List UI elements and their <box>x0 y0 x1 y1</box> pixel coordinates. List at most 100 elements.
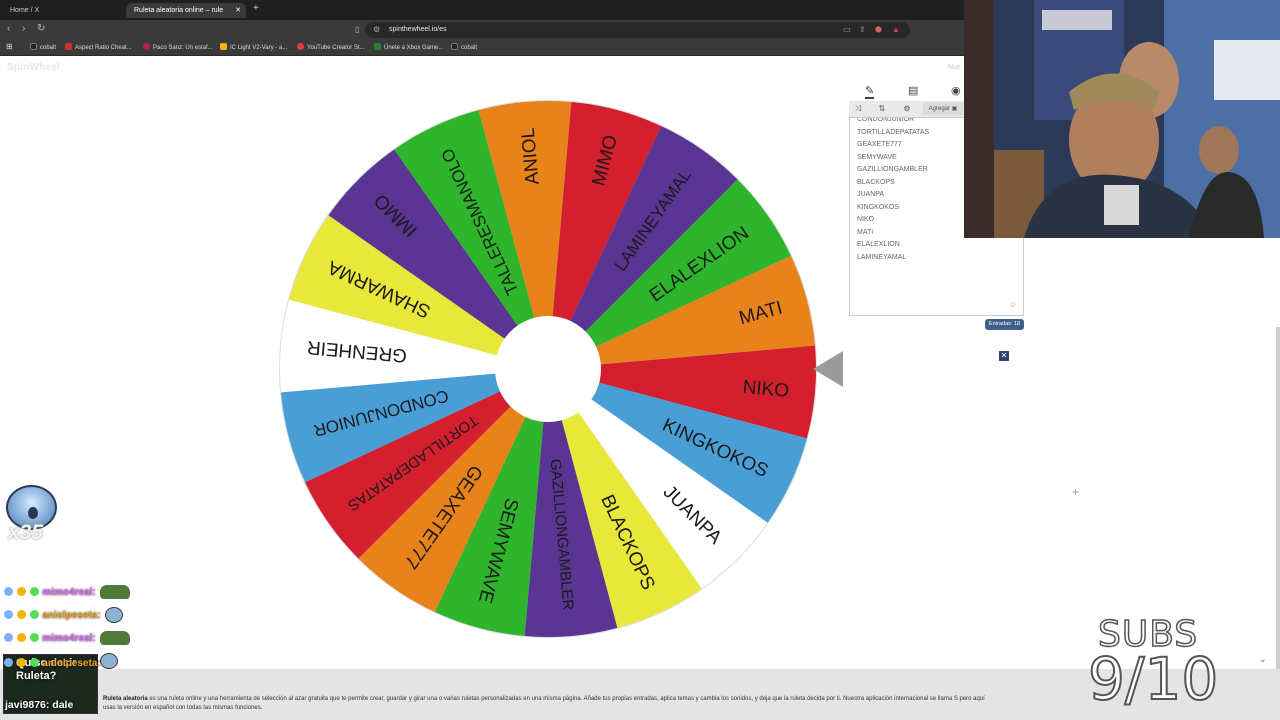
reload-icon[interactable]: ↻ <box>37 23 45 34</box>
sword-badge-icon <box>4 587 13 596</box>
bookmark-label: Paco Sanz: Un estaf... <box>153 45 213 51</box>
subs-goal-count: 9/10 <box>1087 644 1219 714</box>
hide-tab-eye-icon[interactable]: ◉ <box>951 84 961 97</box>
wheel-svg[interactable]: MATINIKOKINGKOKOSJUANPABLACKOPSGAZILLION… <box>278 99 818 639</box>
webcam-image <box>964 0 1280 238</box>
share-icon[interactable]: ⇪ <box>859 22 866 38</box>
description-tail: pero aquí <box>959 696 985 702</box>
bookmark-favicon-icon <box>65 43 72 50</box>
bookmark-label: YouTube Creator St... <box>307 45 365 51</box>
add-button-label: Agregar <box>928 106 950 112</box>
sub-badge-icon <box>16 587 26 596</box>
results-tab-clipboard-icon[interactable]: ▤ <box>908 84 918 97</box>
bookmark-item[interactable]: Paco Sanz: Un estaf... <box>143 43 213 53</box>
description-brand: Ruleta aleatoria <box>103 696 148 702</box>
tab-label: Home / X <box>10 7 40 14</box>
close-icon[interactable]: ✕ <box>999 351 1009 361</box>
bookmark-label: Aspect Ratio Cheat... <box>75 45 132 51</box>
description-body-2: usas la versión en español con todas las… <box>103 705 263 711</box>
alert-text: dale <box>52 699 74 711</box>
forward-icon[interactable]: › <box>22 23 25 34</box>
bookmark-item[interactable]: cobalt <box>30 43 56 53</box>
address-bar[interactable]: ⚙ spinthewheel.io/es ▭ ⇪ ⬢ ▲ <box>365 22 910 38</box>
apps-grid-icon[interactable]: ⊞ <box>6 42 13 52</box>
new-tab-icon[interactable]: + <box>253 3 259 14</box>
settings-icon[interactable]: ⚙ <box>898 103 916 115</box>
list-item: ELALEXLION <box>857 241 900 248</box>
bookmark-favicon-icon <box>451 43 458 50</box>
description-text: Ruleta aleatoria es una ruleta online y … <box>103 695 1178 713</box>
sword-badge-icon <box>4 610 13 619</box>
chat-username: mimo4real: <box>42 633 96 644</box>
chat-username: aniolpeseta: <box>42 610 101 621</box>
sword-badge-icon <box>4 658 13 667</box>
emoji-icon[interactable]: ☺ <box>1009 300 1017 309</box>
chat-username: aniolpeseta: <box>42 658 101 669</box>
webcam-overlay <box>964 0 1280 238</box>
description-body: es una ruleta online y una herramienta d… <box>149 696 958 702</box>
bookmark-favicon-icon <box>220 43 227 50</box>
sub-badge-icon <box>16 633 26 642</box>
close-icon[interactable]: ✕ <box>235 3 241 18</box>
site-info-icon[interactable]: ⚙ <box>373 22 380 38</box>
chevron-down-icon[interactable]: ⌄ <box>1259 654 1267 665</box>
url-text: spinthewheel.io/es <box>389 26 447 33</box>
sub-badge-icon <box>16 610 26 619</box>
shield-icon[interactable]: ⬢ <box>875 22 882 38</box>
bookmark-icon[interactable]: ▯ <box>355 25 359 34</box>
bookmark-label: cobalt <box>40 45 57 51</box>
bookmark-item[interactable]: YouTube Creator St... <box>297 43 365 53</box>
bookmark-label: Únete a Xbox Game... <box>384 45 444 51</box>
new-button-text[interactable]: Nue <box>948 64 961 71</box>
bookmark-item[interactable]: cobalt <box>451 43 477 53</box>
chat-message <box>98 653 118 671</box>
entries-count-badge: Entradas: 18 <box>985 319 1024 330</box>
tab-ruleta[interactable]: Ruleta aleatoria online – rule ✕ <box>126 3 246 18</box>
gem-badge-icon <box>29 610 39 619</box>
shuffle-icon[interactable]: ⤨ <box>849 103 867 115</box>
site-logo[interactable]: SpinWheel <box>7 62 60 73</box>
alert-message: javi9876: dale <box>5 699 73 711</box>
cursor-crosshair-icon: + <box>1072 485 1080 499</box>
bookmark-item[interactable]: IC Light V2-Vary - a... <box>220 43 287 53</box>
bookmark-favicon-icon <box>374 43 381 50</box>
spin-wheel[interactable]: MATI NIKO KINGKOKOS JUANPA BLACKOPS GAZILLION… <box>278 99 818 639</box>
chat-username: mimo4real: <box>42 587 96 598</box>
wheel-center-hub[interactable] <box>495 316 601 422</box>
chat-message: aniolpeseta: <box>4 607 124 625</box>
alert-icon[interactable]: ▲ <box>892 22 900 38</box>
tab-home-x[interactable]: Home / X <box>2 3 122 18</box>
face-emote-icon <box>100 653 118 670</box>
tab-label: Ruleta aleatoria online – rule <box>134 7 224 14</box>
edit-tab-pencil-icon[interactable]: ✎ <box>865 84 875 99</box>
back-icon[interactable]: ‹ <box>7 23 10 34</box>
gem-badge-icon <box>29 658 39 667</box>
face-emote-icon <box>105 607 124 624</box>
sort-icon[interactable]: ⇅ <box>873 103 891 115</box>
scrollbar[interactable] <box>1276 327 1280 707</box>
chat-message: mimo4real: <box>4 584 131 602</box>
frog-emote-icon <box>100 631 131 646</box>
install-icon[interactable]: ▭ <box>843 22 851 38</box>
bookmark-favicon-icon <box>297 43 304 50</box>
list-item: LAMINEYAMAL <box>857 253 907 261</box>
sub-badge-icon <box>16 658 26 667</box>
add-button[interactable]: Agregar ▣ <box>923 103 963 115</box>
sword-badge-icon <box>4 633 13 642</box>
emote-mouth <box>28 507 38 519</box>
chat-message: mimo4real: <box>4 630 131 648</box>
frog-emote-icon <box>100 585 131 600</box>
wheel-segment-label: NIKO <box>742 377 790 402</box>
bookmark-favicon-icon <box>143 43 150 50</box>
bookmark-label: IC Light V2-Vary - a... <box>230 45 288 51</box>
bookmark-item[interactable]: Únete a Xbox Game... <box>374 43 443 53</box>
chat-message: aniolpeseta: <box>4 655 101 673</box>
bookmark-label: cobalt <box>461 45 478 51</box>
gem-badge-icon <box>29 633 39 642</box>
bookmark-item[interactable]: Aspect Ratio Cheat... <box>65 43 132 53</box>
emote-combo-count: x35 <box>8 521 44 544</box>
gem-badge-icon <box>29 587 39 596</box>
wheel-pointer-icon <box>813 351 843 387</box>
bookmark-favicon-icon <box>30 43 37 50</box>
alert-username: javi9876: <box>5 699 50 711</box>
